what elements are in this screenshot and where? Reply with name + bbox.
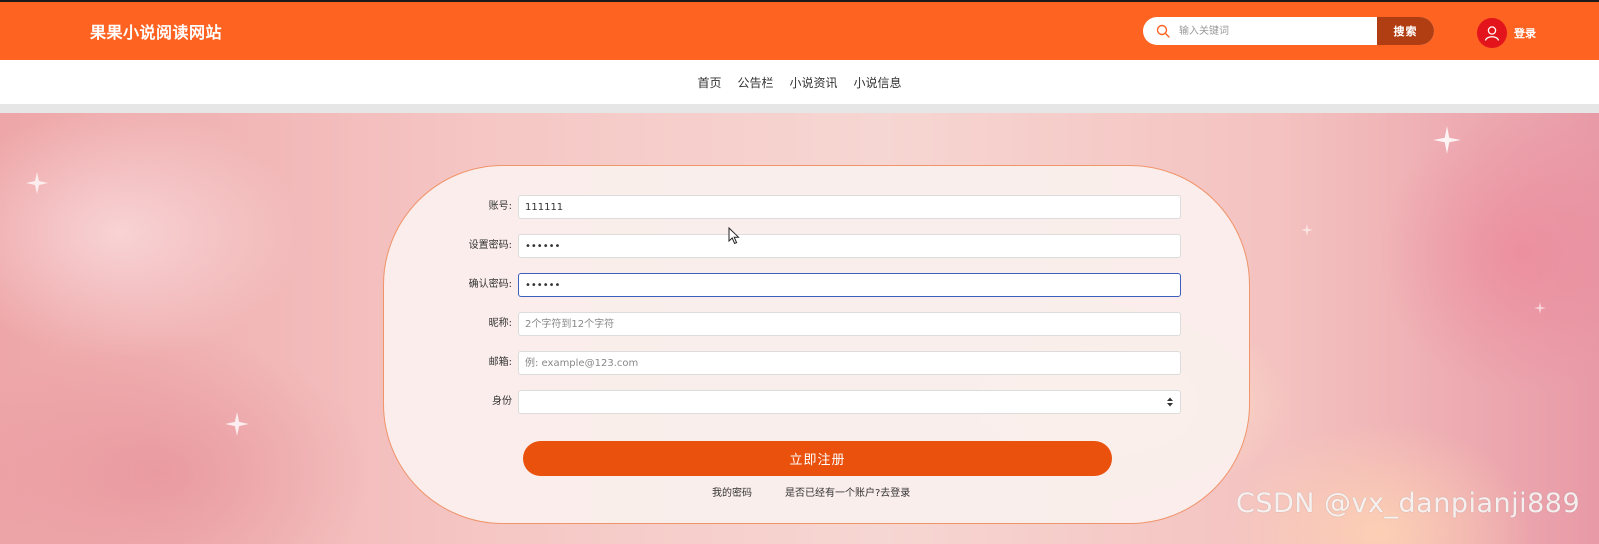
- account-label: 账号:: [488, 201, 512, 212]
- sparkle-icon: [1432, 125, 1462, 155]
- nav-divider: [0, 104, 1599, 113]
- identity-select-wrapper: [518, 390, 1181, 414]
- sparkle-icon: [222, 409, 252, 439]
- sparkle-icon: [22, 168, 52, 198]
- search-box: 搜索: [1143, 17, 1434, 45]
- nav-item-novel-news[interactable]: 小说资讯: [790, 74, 838, 91]
- account-input[interactable]: [518, 195, 1181, 219]
- form-row-nickname: 昵称:: [384, 312, 1251, 336]
- search-button[interactable]: 搜索: [1377, 17, 1434, 45]
- register-form-card: 账号: 设置密码: 确认密码: 昵称: 邮箱: 身份: [383, 165, 1250, 524]
- form-row-account: 账号:: [384, 195, 1251, 219]
- nickname-label: 昵称:: [488, 318, 512, 329]
- sparkle-icon: [1292, 215, 1322, 245]
- form-row-password: 设置密码:: [384, 234, 1251, 258]
- password-label: 设置密码:: [468, 240, 512, 251]
- password-input[interactable]: [518, 234, 1181, 258]
- form-row-confirm-password: 确认密码:: [384, 273, 1251, 297]
- main-nav: 首页 公告栏 小说资讯 小说信息: [0, 60, 1599, 104]
- nickname-input[interactable]: [518, 312, 1181, 336]
- mouse-cursor-icon: [728, 226, 740, 245]
- nav-item-novel-info[interactable]: 小说信息: [854, 74, 902, 91]
- go-login-link[interactable]: 是否已经有一个账户?去登录: [785, 484, 910, 499]
- confirm-password-input[interactable]: [518, 273, 1181, 297]
- email-input[interactable]: [518, 351, 1181, 375]
- identity-select[interactable]: [518, 390, 1181, 414]
- user-avatar-icon[interactable]: [1477, 18, 1507, 48]
- form-row-email: 邮箱:: [384, 351, 1251, 375]
- watermark-text: CSDN @vx_danpianji889: [1236, 488, 1581, 519]
- site-title[interactable]: 果果小说阅读网站: [90, 19, 222, 43]
- confirm-password-label: 确认密码:: [468, 279, 512, 290]
- search-icon: [1155, 23, 1171, 39]
- register-submit-button[interactable]: 立即注册: [523, 441, 1112, 476]
- identity-label: 身份: [492, 396, 512, 407]
- select-updown-icon: [1167, 397, 1173, 407]
- top-header: 果果小说阅读网站 搜索 登录: [0, 0, 1599, 60]
- login-link[interactable]: 登录: [1514, 25, 1536, 41]
- nav-item-notice-board[interactable]: 公告栏: [737, 74, 773, 91]
- email-label: 邮箱:: [488, 357, 512, 368]
- search-input[interactable]: [1171, 17, 1377, 45]
- user-login-area[interactable]: 登录: [1477, 18, 1536, 48]
- back-link[interactable]: 我的密码: [712, 484, 752, 499]
- nav-item-home[interactable]: 首页: [697, 74, 721, 91]
- sparkle-icon: [1525, 293, 1555, 323]
- form-row-identity: 身份: [384, 390, 1251, 414]
